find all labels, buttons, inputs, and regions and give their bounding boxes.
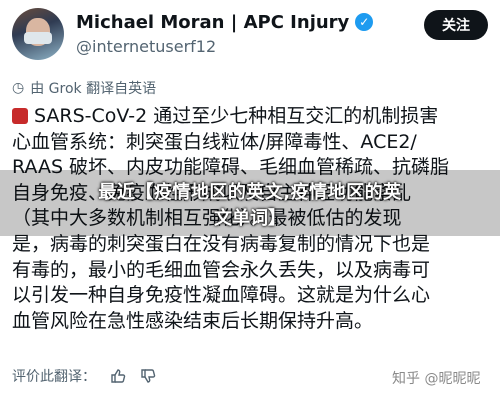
post-body-line: SARS-CoV-2 通过至少七种相互交汇的机制损害: [12, 104, 488, 130]
translation-note-row: ◷ 由 Grok 翻译自英语: [12, 78, 156, 98]
caption-overlay-line1: 最近【疫情地区的英文,疫情地区的英: [98, 182, 402, 203]
post-header: Michael Moran | APC Injury ✓ @internetus…: [0, 0, 500, 66]
author-row: Michael Moran | APC Injury ✓: [76, 10, 374, 34]
author-handle[interactable]: @internetuserf12: [76, 37, 216, 56]
avatar-mask: [24, 32, 52, 44]
thumbs-down-icon[interactable]: [140, 368, 156, 384]
caption-overlay-line2: 文单词】: [214, 208, 286, 229]
history-icon: ◷: [12, 80, 25, 96]
author-name[interactable]: Michael Moran | APC Injury: [76, 12, 349, 33]
post-body-line: 血管风险在急性感染结束后长期保持升高。: [12, 309, 374, 332]
thumbs-up-icon[interactable]: [110, 368, 126, 384]
avatar[interactable]: [12, 8, 64, 60]
post-body-line: 以引发一种自身免疫性凝血障碍。这就是为什么心: [12, 284, 431, 307]
verified-check-icon: ✓: [355, 13, 374, 31]
follow-button[interactable]: 关注: [424, 10, 488, 40]
anatomical-heart-icon: [12, 108, 28, 124]
watermark: 知乎 @昵昵昵: [392, 371, 481, 387]
post-body-line: 有毒的，最小的毛细血管会永久丢失，以及病毒可: [12, 258, 431, 281]
post-body-line: 心血管系统：刺突蛋白线粒体/屏障毒性、ACE2/: [12, 130, 417, 153]
translation-note: 由 Grok 翻译自英语: [30, 81, 157, 97]
rate-translation-label: 评价此翻译：: [12, 369, 96, 385]
translation-feedback-row: 评价此翻译：: [12, 366, 156, 386]
